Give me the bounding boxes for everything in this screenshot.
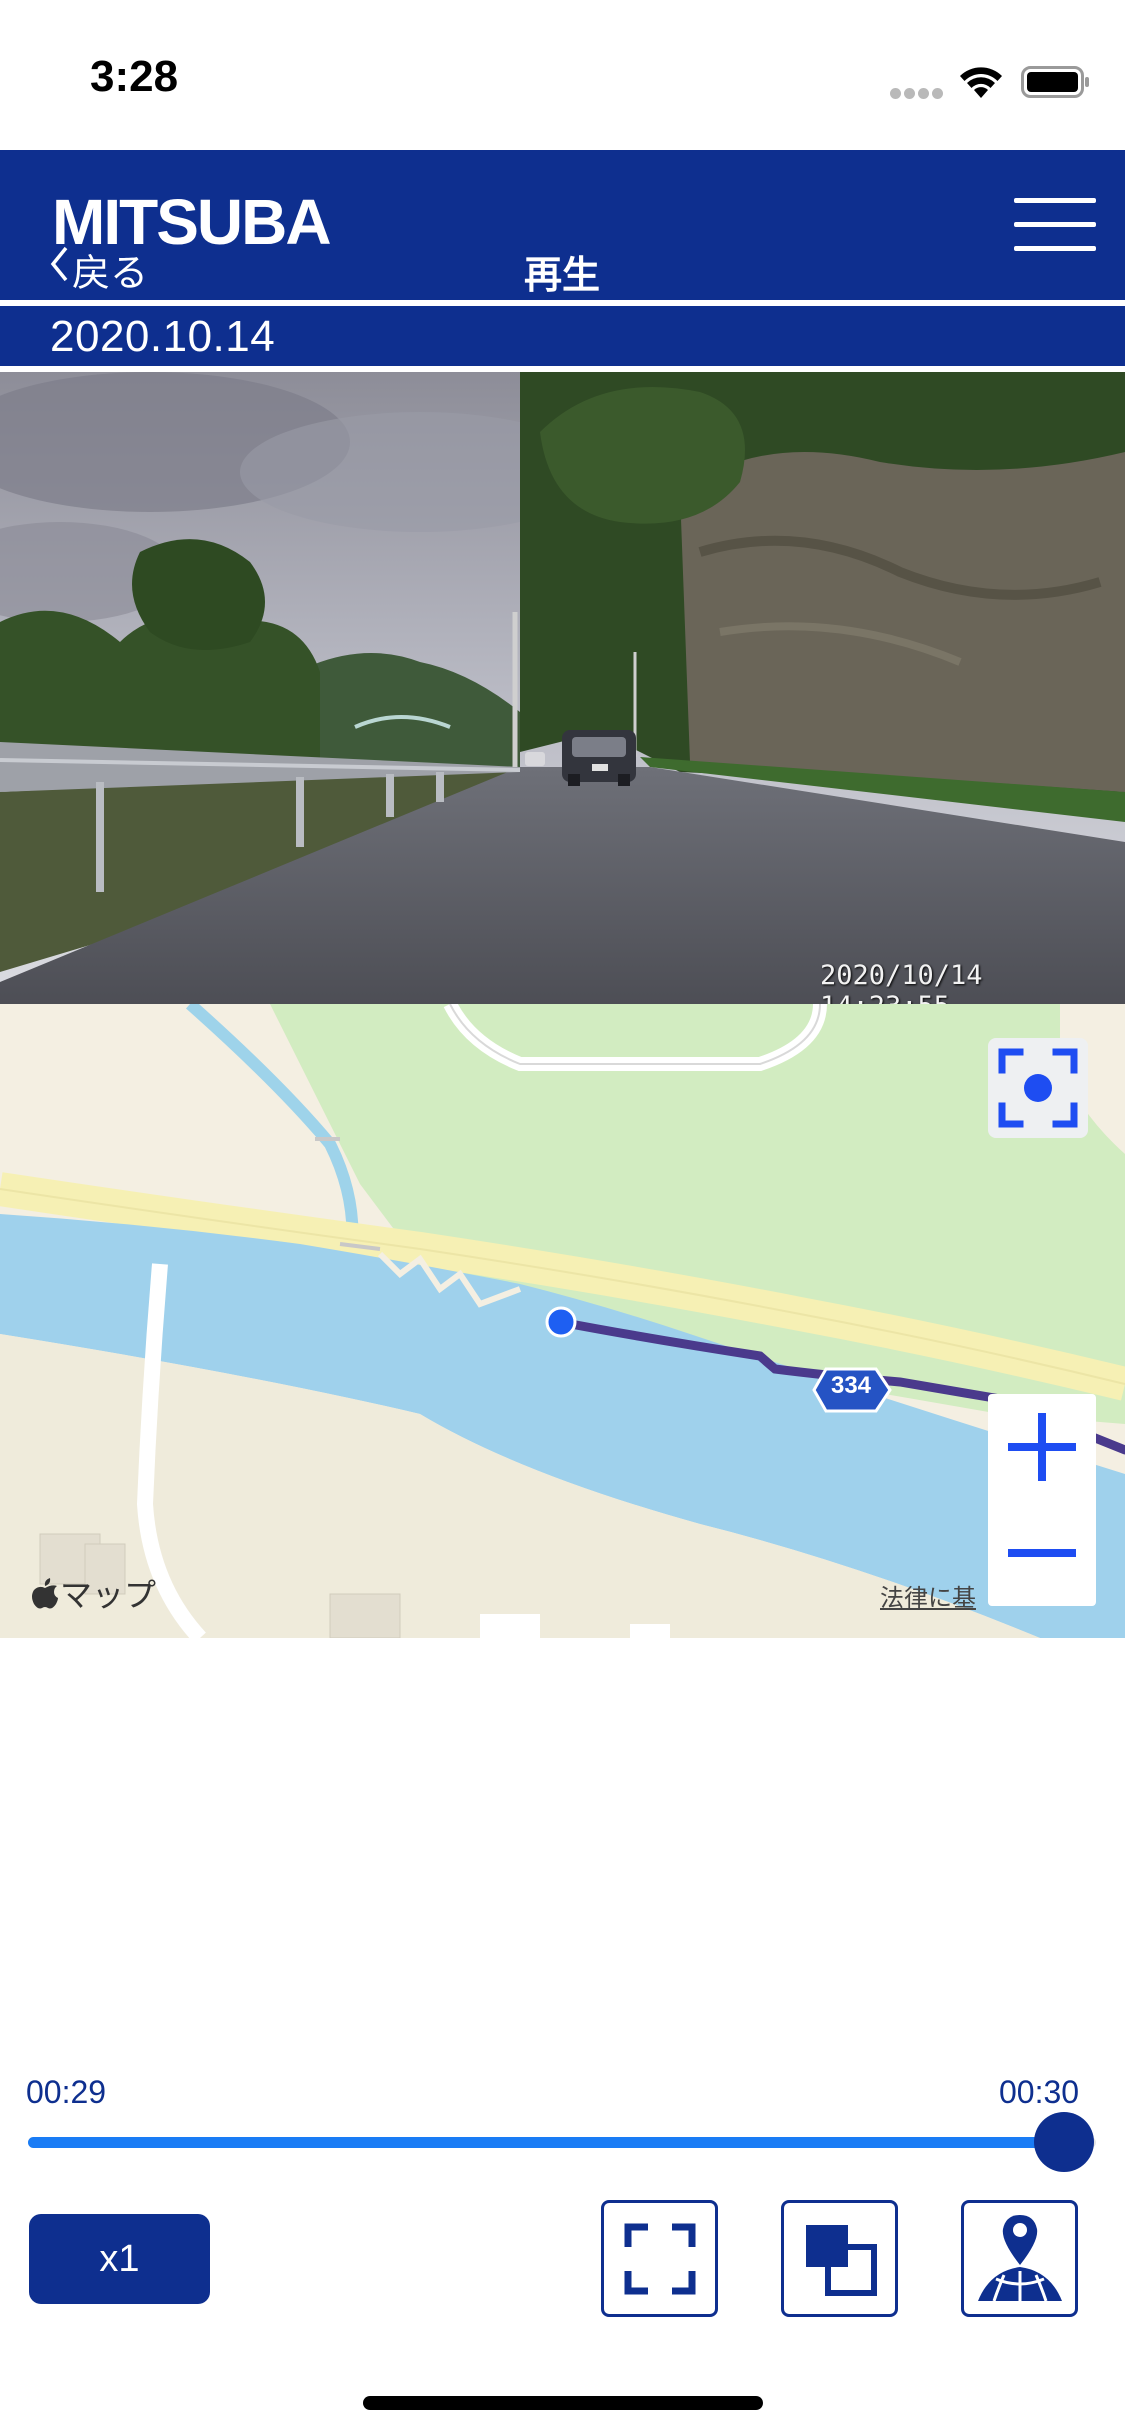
cellular-signal-icon — [890, 86, 946, 104]
route-map[interactable] — [0, 1004, 1125, 1638]
zoom-in-button[interactable] — [988, 1394, 1096, 1500]
apple-maps-attribution: マップ — [30, 1570, 156, 1616]
video-player[interactable] — [0, 372, 1125, 1004]
zoom-controls — [988, 1394, 1096, 1606]
back-label: 戻る — [72, 252, 149, 295]
playback-speed-button[interactable]: x1 — [29, 2214, 210, 2304]
map-canvas — [0, 1004, 1125, 1638]
total-time: 00:30 — [999, 2074, 1080, 2110]
fullscreen-icon — [624, 2223, 695, 2294]
dashcam-video-frame — [0, 372, 1125, 1004]
battery-icon — [1021, 64, 1091, 105]
wifi-icon — [957, 64, 1005, 105]
locate-me-icon — [998, 1048, 1078, 1128]
picture-in-picture-icon — [805, 2224, 877, 2296]
slider-thumb[interactable] — [1033, 2112, 1094, 2172]
playback-slider[interactable] — [28, 2112, 1096, 2172]
minus-icon — [1008, 1549, 1076, 1557]
hamburger-menu-icon[interactable] — [1014, 198, 1096, 252]
recording-date: 2020.10.14 — [50, 312, 276, 361]
page-title: 再生 — [523, 255, 600, 297]
legal-link[interactable]: 法律に基 — [880, 1578, 976, 1613]
zoom-out-button[interactable] — [988, 1500, 1096, 1606]
current-time: 00:29 — [26, 2074, 107, 2110]
status-time: 3:28 — [90, 52, 179, 101]
route-number-label: 334 — [830, 1372, 872, 1399]
map-location-icon — [977, 2214, 1062, 2301]
chevron-left-icon — [50, 246, 70, 292]
picture-in-picture-button[interactable] — [781, 2200, 898, 2317]
back-button[interactable]: 戻る — [50, 246, 148, 295]
home-indicator[interactable] — [363, 2396, 763, 2410]
locate-button[interactable] — [988, 1038, 1088, 1138]
maps-label: マップ — [60, 1577, 157, 1613]
apple-logo-icon — [32, 1578, 58, 1609]
plus-icon — [1008, 1413, 1076, 1481]
fullscreen-button[interactable] — [601, 2200, 718, 2317]
map-location-button[interactable] — [961, 2200, 1078, 2317]
playback-progress — [28, 2137, 1064, 2148]
